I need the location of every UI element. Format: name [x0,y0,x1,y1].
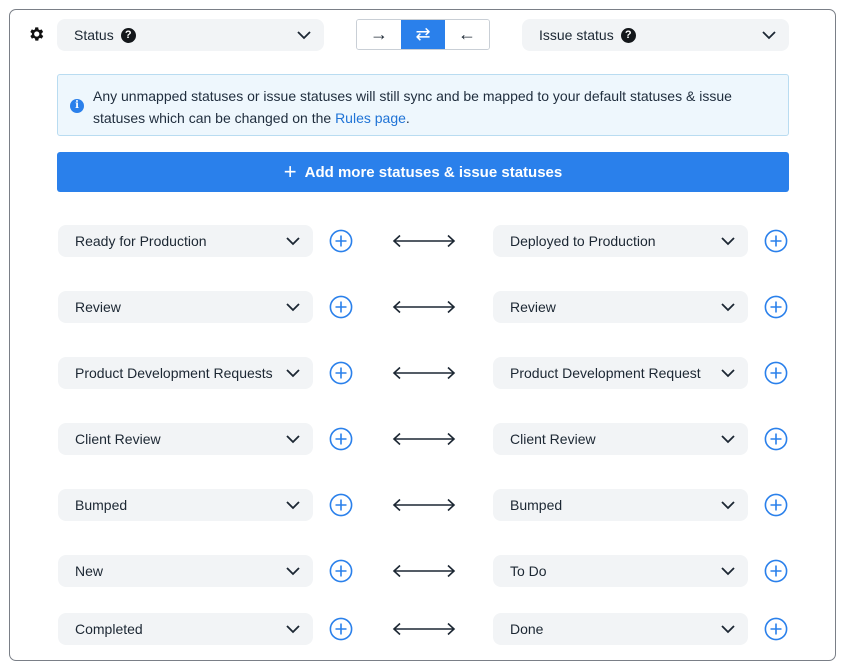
bidirectional-arrow-icon [392,300,456,314]
chevron-down-icon [286,369,300,378]
add-mapping-icon[interactable] [329,295,353,319]
issue-status-select[interactable]: Client Review [493,423,748,455]
arrow-right-icon: → [370,24,388,44]
status-value: Product Development Requests [75,365,273,381]
status-value: Review [75,299,121,315]
mapping-row: Bumped Bumped [0,489,851,521]
status-field-label: Status [74,27,114,43]
issue-status-select[interactable]: Done [493,613,748,645]
status-select[interactable]: Review [58,291,313,323]
rules-page-link[interactable]: Rules page [335,110,406,126]
bidirectional-arrow-icon [392,498,456,512]
mapping-row: Completed Done [0,613,851,645]
status-field-select[interactable]: Status ? [57,19,324,51]
bidirectional-arrow-icon [392,564,456,578]
info-suffix: . [405,109,410,126]
issue-status-value: Client Review [510,431,596,447]
arrow-left-icon: ← [458,24,476,44]
status-select[interactable]: Client Review [58,423,313,455]
chevron-down-icon [286,567,300,576]
chevron-down-icon [762,31,776,40]
status-value: Client Review [75,431,161,447]
bidirectional-arrow-icon [392,366,456,380]
status-select[interactable]: Ready for Production [58,225,313,257]
chevron-down-icon [721,625,735,634]
issue-status-select[interactable]: Bumped [493,489,748,521]
issue-status-select[interactable]: Review [493,291,748,323]
status-value: Bumped [75,497,128,513]
add-mapping-icon[interactable] [329,617,353,641]
chevron-down-icon [721,435,735,444]
issue-status-value: Deployed to Production [510,233,656,249]
mapping-row: New To Do [0,555,851,587]
issue-status-value: Done [510,621,544,637]
add-mapping-icon[interactable] [764,617,788,641]
add-statuses-button[interactable]: + Add more statuses & issue statuses [57,152,789,192]
status-value: New [75,563,104,579]
add-mapping-icon[interactable] [329,229,353,253]
chevron-down-icon [721,303,735,312]
status-select[interactable]: Product Development Requests [58,357,313,389]
issue-status-value: Bumped [510,497,563,513]
status-value: Ready for Production [75,233,207,249]
chevron-down-icon [297,31,311,40]
issue-status-field-label: Issue status [539,27,614,43]
bidirectional-arrow-icon [392,622,456,636]
add-mapping-icon[interactable] [764,493,788,517]
chevron-down-icon [721,369,735,378]
issue-status-select[interactable]: To Do [493,555,748,587]
mapping-row: Ready for Production Deployed to Producti… [0,225,851,257]
add-mapping-icon[interactable] [764,229,788,253]
chevron-down-icon [286,625,300,634]
bidirectional-arrow-icon [392,432,456,446]
info-icon: i [70,99,84,113]
issue-status-value: Review [510,299,556,315]
chevron-down-icon [286,501,300,510]
two-way-button[interactable]: ⇄ [401,20,445,49]
bidirectional-arrow-icon [392,234,456,248]
issue-status-field-select[interactable]: Issue status ? [522,19,789,51]
chevron-down-icon [721,237,735,246]
add-mapping-icon[interactable] [329,427,353,451]
add-mapping-icon[interactable] [329,559,353,583]
add-mapping-icon[interactable] [329,361,353,385]
status-select[interactable]: New [58,555,313,587]
mapping-row: Product Development Requests Product Deve… [0,357,851,389]
status-select[interactable]: Bumped [58,489,313,521]
chevron-down-icon [721,501,735,510]
add-mapping-icon[interactable] [764,295,788,319]
mapping-row: Review Review [0,291,851,323]
issue-status-select[interactable]: Deployed to Production [493,225,748,257]
status-select[interactable]: Completed [58,613,313,645]
issue-status-select[interactable]: Product Development Request [493,357,748,389]
help-icon[interactable]: ? [120,27,136,43]
plus-icon: + [283,159,297,184]
two-way-arrows-icon: ⇄ [415,24,431,44]
chevron-down-icon [721,567,735,576]
status-value: Completed [75,621,143,637]
help-icon[interactable]: ? [620,27,636,43]
gear-icon[interactable] [27,25,45,43]
add-mapping-icon[interactable] [764,361,788,385]
add-mapping-icon[interactable] [764,427,788,451]
one-way-left-button[interactable]: ← [445,20,489,49]
info-banner: i Any unmapped statuses or issue statuse… [57,74,789,136]
add-mapping-icon[interactable] [764,559,788,583]
mapping-row: Client Review Client Review [0,423,851,455]
issue-status-value: To Do [510,563,547,579]
add-mapping-icon[interactable] [329,493,353,517]
info-text: Any unmapped statuses or issue statuses … [93,88,732,126]
sync-direction-toggle: → ⇄ ← [356,19,490,50]
chevron-down-icon [286,237,300,246]
chevron-down-icon [286,303,300,312]
one-way-right-button[interactable]: → [357,20,401,49]
chevron-down-icon [286,435,300,444]
add-statuses-label: Add more statuses & issue statuses [304,163,563,181]
issue-status-value: Product Development Request [510,365,701,381]
